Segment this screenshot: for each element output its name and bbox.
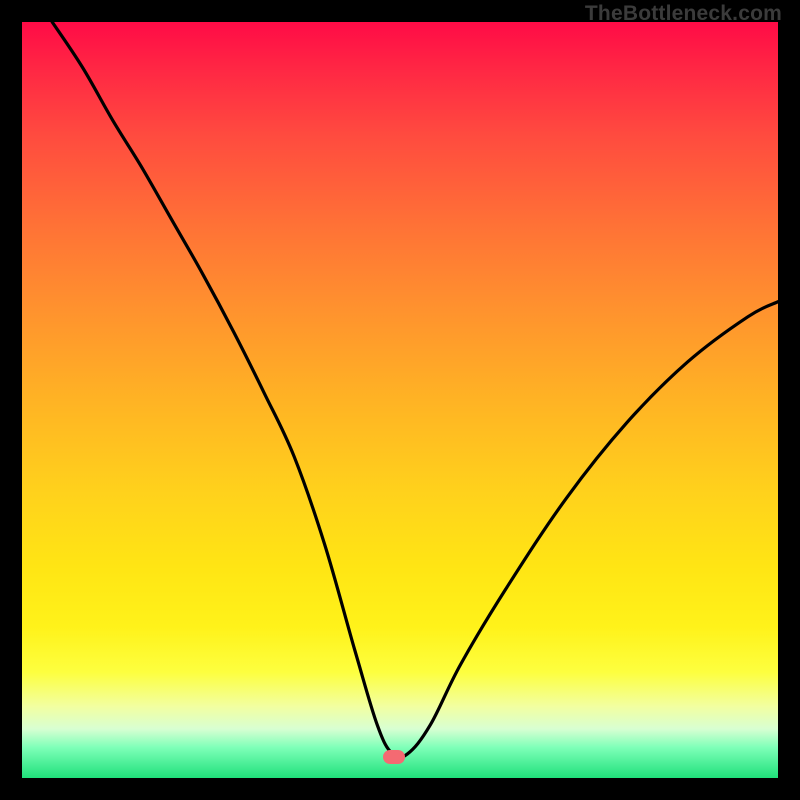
optimal-point-marker (383, 750, 405, 764)
plot-area (22, 22, 778, 778)
watermark-text: TheBottleneck.com (585, 2, 782, 26)
bottleneck-curve (22, 22, 778, 778)
chart-frame: TheBottleneck.com (0, 0, 800, 800)
